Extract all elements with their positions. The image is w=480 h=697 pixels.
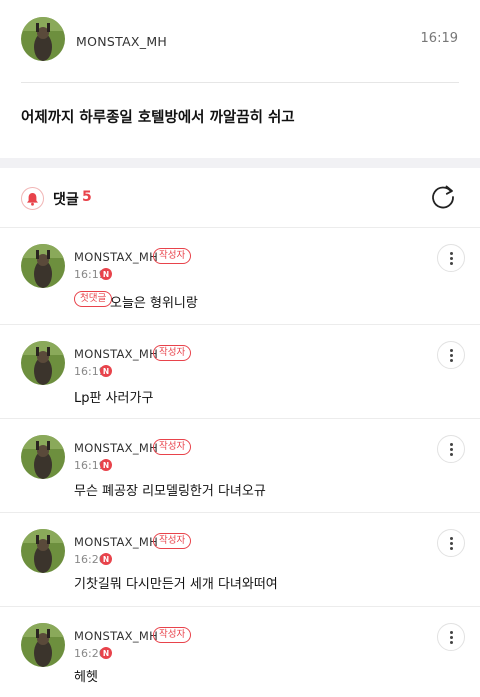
avatar[interactable] xyxy=(21,529,65,573)
avatar-image xyxy=(21,17,65,61)
more-vertical-icon xyxy=(449,251,453,266)
post-body: 어제까지 하루종일 호텔방에서 까알끔히 쉬고 xyxy=(21,110,295,126)
comment-author[interactable]: MONSTAX_MH xyxy=(74,535,158,549)
comment-text: Lp판 사러가구 xyxy=(74,391,154,406)
post-author[interactable]: MONSTAX_MH xyxy=(76,34,167,49)
author-badge: 작성자 xyxy=(153,248,192,264)
new-badge: N xyxy=(100,647,112,659)
post-time: 16:19 xyxy=(420,31,458,46)
comment-item: MONSTAX_MH 작성자 16:20 N 기찻길뭐 다시만든거 세개 다녀와… xyxy=(0,513,480,607)
avatar-image xyxy=(21,341,65,385)
comment-item: MONSTAX_MH 작성자 16:20 N 헤헷 xyxy=(0,607,480,697)
comments-title: 댓글 xyxy=(53,192,79,208)
new-badge: N xyxy=(100,553,112,565)
comment-author[interactable]: MONSTAX_MH xyxy=(74,629,158,643)
avatar[interactable] xyxy=(21,17,65,61)
more-options-button[interactable] xyxy=(437,529,465,557)
more-options-button[interactable] xyxy=(437,244,465,272)
author-badge: 작성자 xyxy=(153,345,192,361)
avatar-image xyxy=(21,529,65,573)
more-options-button[interactable] xyxy=(437,623,465,651)
new-badge: N xyxy=(100,365,112,377)
comment-text: 오늘은 형위니랑 xyxy=(110,296,198,311)
author-badge: 작성자 xyxy=(153,533,192,549)
comment-author[interactable]: MONSTAX_MH xyxy=(74,347,158,361)
comment-text: 기찻길뭐 다시만든거 세개 다녀와떠여 xyxy=(74,577,278,592)
comment-item: MONSTAX_MH 작성자 16:19 N 첫댓글 오늘은 형위니랑 xyxy=(0,228,480,325)
comment-item: MONSTAX_MH 작성자 16:19 N Lp판 사러가구 xyxy=(0,325,480,419)
new-badge: N xyxy=(100,459,112,471)
new-badge: N xyxy=(100,268,112,280)
refresh-icon xyxy=(432,185,454,209)
comments-count: 5 xyxy=(82,189,92,205)
avatar[interactable] xyxy=(21,435,65,479)
more-vertical-icon xyxy=(449,348,453,363)
post-header: MONSTAX_MH 16:19 xyxy=(0,0,480,82)
divider xyxy=(21,82,459,83)
author-badge: 작성자 xyxy=(153,439,192,455)
comment-author[interactable]: MONSTAX_MH xyxy=(74,441,158,455)
comment-author[interactable]: MONSTAX_MH xyxy=(74,250,158,264)
more-options-button[interactable] xyxy=(437,341,465,369)
author-badge: 작성자 xyxy=(153,627,192,643)
comment-item: MONSTAX_MH 작성자 16:19 N 무슨 폐공장 리모델링한거 다녀오… xyxy=(0,419,480,513)
bell-icon xyxy=(21,187,44,210)
avatar[interactable] xyxy=(21,244,65,288)
avatar[interactable] xyxy=(21,341,65,385)
more-options-button[interactable] xyxy=(437,435,465,463)
avatar[interactable] xyxy=(21,623,65,667)
avatar-image xyxy=(21,244,65,288)
avatar-image xyxy=(21,435,65,479)
refresh-button[interactable] xyxy=(429,183,457,211)
more-vertical-icon xyxy=(449,536,453,551)
first-comment-badge: 첫댓글 xyxy=(74,291,113,307)
more-vertical-icon xyxy=(449,442,453,457)
section-separator xyxy=(0,158,480,168)
avatar-image xyxy=(21,623,65,667)
comments-header: 댓글 5 xyxy=(0,168,480,228)
comment-text: 헤헷 xyxy=(74,670,98,685)
comment-text: 무슨 폐공장 리모델링한거 다녀오규 xyxy=(74,484,266,499)
more-vertical-icon xyxy=(449,630,453,645)
